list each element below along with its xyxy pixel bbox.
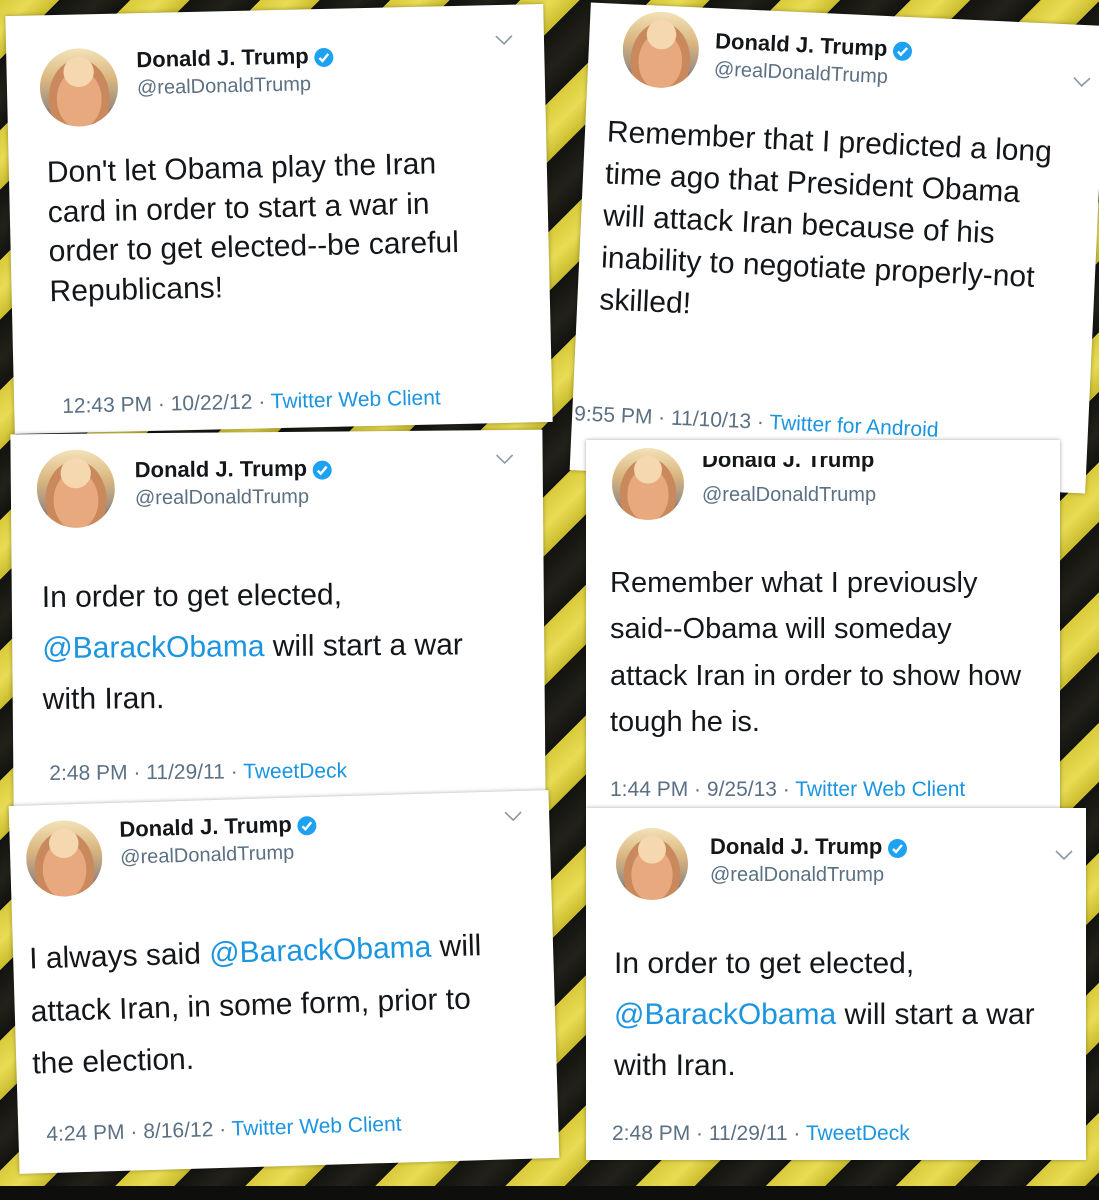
avatar[interactable] <box>39 47 119 128</box>
tweet-meta: 1:44 PM · 9/25/13 · Twitter Web Client <box>610 778 966 801</box>
mention-link[interactable]: @BarackObama <box>614 998 836 1031</box>
verified-check-icon <box>892 41 913 61</box>
tweet-text: Remember that I predicted a long time ag… <box>598 115 1053 321</box>
tweet-card-6: Donald J. Trump @realDonaldTrump In orde… <box>586 808 1086 1160</box>
author-name-partial[interactable]: Donald J. Trump <box>702 456 874 472</box>
avatar[interactable] <box>621 10 701 90</box>
author-handle[interactable]: @realDonaldTrump <box>135 486 309 511</box>
author-handle[interactable]: @realDonaldTrump <box>120 842 295 870</box>
tweet-source-link[interactable]: Twitter Web Client <box>270 386 440 413</box>
author-name[interactable]: Donald J. Trump <box>715 28 913 63</box>
tweet-source-link[interactable]: Twitter Web Client <box>795 778 965 801</box>
author-name[interactable]: Donald J. Trump <box>135 456 333 484</box>
tweet-card-2: Donald J. Trump @realDonaldTrump Remembe… <box>569 2 1099 494</box>
author-name[interactable]: Donald J. Trump <box>136 43 334 73</box>
tweet-text: In order to get elected, @BarackObama wi… <box>614 947 1035 1082</box>
avatar[interactable] <box>616 828 688 900</box>
chevron-down-icon[interactable] <box>503 809 524 828</box>
avatar[interactable] <box>612 448 684 520</box>
chevron-down-icon[interactable] <box>1071 74 1092 93</box>
author-name[interactable]: Donald J. Trump <box>119 811 318 843</box>
bottom-dark-bar <box>0 1186 1099 1200</box>
tweet-text: I always said @BarackObama will attack I… <box>28 929 482 1081</box>
tweet-card-5: Donald J. Trump @realDonaldTrump I alway… <box>8 790 560 1174</box>
verified-check-icon <box>888 838 908 858</box>
tweet-card-1: Donald J. Trump @realDonaldTrump Don't l… <box>5 3 553 435</box>
tweet-meta: 9:55 PM · 11/10/13 · Twitter for Android <box>573 402 939 442</box>
author-handle[interactable]: @realDonaldTrump <box>713 58 888 89</box>
tweet-meta: 2:48 PM · 11/29/11 · TweetDeck <box>49 759 348 786</box>
tweet-meta: 12:43 PM · 10/22/12 · Twitter Web Client <box>61 386 441 418</box>
author-handle[interactable]: @realDonaldTrump <box>710 864 884 887</box>
avatar[interactable] <box>25 819 104 898</box>
author-name[interactable]: Donald J. Trump <box>710 834 908 860</box>
tweet-meta: 4:24 PM · 8/16/12 · Twitter Web Client <box>46 1112 402 1147</box>
mention-link[interactable]: @BarackObama <box>42 630 264 665</box>
author-handle[interactable]: @realDonaldTrump <box>137 73 312 100</box>
mention-link[interactable]: @BarackObama <box>209 931 432 971</box>
chevron-down-icon[interactable] <box>1054 848 1074 866</box>
verified-check-icon <box>297 815 318 836</box>
tweet-source-link[interactable]: Twitter for Android <box>769 411 939 442</box>
verified-check-icon <box>314 47 334 67</box>
tweet-text: In order to get elected, @BarackObama wi… <box>41 578 463 717</box>
tweet-meta: 2:48 PM · 11/29/11 · TweetDeck <box>612 1122 910 1145</box>
chevron-down-icon[interactable] <box>494 33 514 51</box>
verified-check-icon <box>312 460 333 480</box>
author-handle[interactable]: @realDonaldTrump <box>702 484 876 507</box>
avatar[interactable] <box>36 449 116 529</box>
tweet-card-4: Donald J. Trump @realDonaldTrump Remembe… <box>586 440 1060 828</box>
tweet-source-link[interactable]: TweetDeck <box>806 1122 910 1145</box>
tweet-text: Don't let Obama play the Iran card in or… <box>46 147 460 309</box>
chevron-down-icon[interactable] <box>495 452 515 470</box>
tweet-text: Remember what I previously said--Obama w… <box>610 567 1022 739</box>
tweet-source-link[interactable]: TweetDeck <box>243 759 347 783</box>
tweet-card-3: Donald J. Trump @realDonaldTrump In orde… <box>10 429 546 807</box>
tweet-source-link[interactable]: Twitter Web Client <box>231 1113 402 1141</box>
